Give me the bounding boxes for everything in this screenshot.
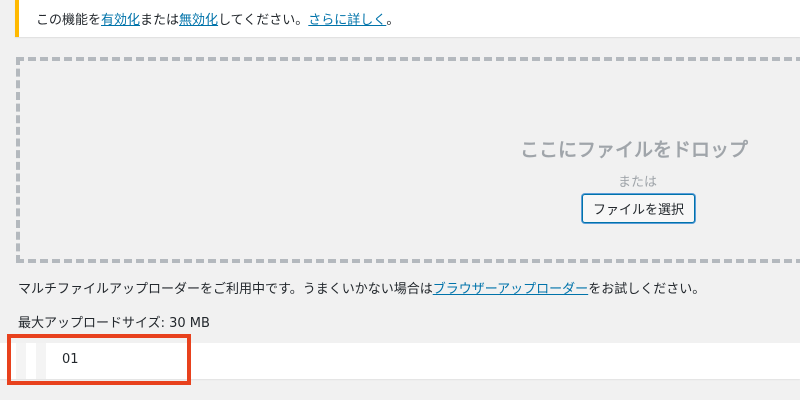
activate-link[interactable]: 有効化 [101,13,140,28]
notice-text-before: この機能を [36,13,102,28]
learn-more-link[interactable]: さらに詳しく [308,13,386,28]
uploader-info-text-before: マルチファイルアップローダーをご利用中です。うまくいかない場合は [18,282,433,297]
uploader-info-text-after: をお試しください。 [588,282,706,297]
max-upload-size: 最大アップロードサイズ: 30 MB [18,316,210,331]
notice-text-after: してください。 [218,13,309,28]
activation-notice: この機能を有効化または無効化してください。さらに詳しく。 [15,0,800,37]
drop-zone-title: ここにファイルをドロップ [520,139,749,161]
highlight-annotation-box [7,334,191,385]
file-drop-zone[interactable]: ここにファイルをドロップ または ファイルを選択 [16,57,800,263]
uploader-info: マルチファイルアップローダーをご利用中です。うまくいかない場合はブラウザーアップ… [18,278,705,297]
select-files-button[interactable]: ファイルを選択 [582,194,695,223]
browser-uploader-link[interactable]: ブラウザーアップローダー [433,282,588,297]
deactivate-link[interactable]: 無効化 [179,13,218,28]
notice-end: 。 [386,13,400,28]
drop-zone-or: または [618,175,658,190]
notice-text-or: または [140,13,180,28]
